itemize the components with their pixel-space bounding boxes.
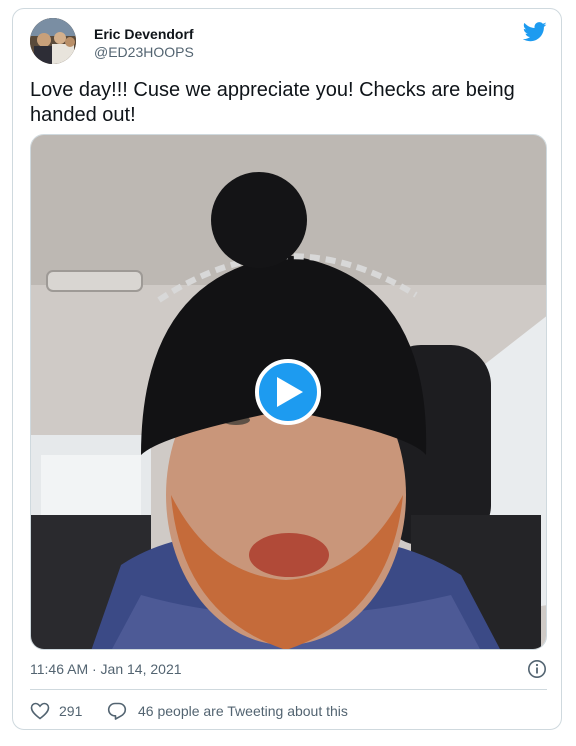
divider — [30, 689, 547, 690]
info-icon[interactable] — [527, 659, 547, 679]
like-count[interactable]: 291 — [59, 703, 82, 719]
heart-icon[interactable] — [30, 701, 50, 721]
tweet-timestamp[interactable]: 11:46 AM · Jan 14, 2021 — [30, 661, 182, 677]
play-button[interactable] — [255, 359, 321, 425]
tweeting-about-link[interactable]: 46 people are Tweeting about this — [138, 703, 348, 719]
twitter-bird-icon[interactable] — [523, 22, 547, 42]
author-handle[interactable]: @ED23HOOPS — [94, 44, 194, 60]
video-player[interactable] — [30, 134, 547, 650]
reply-bubble-icon[interactable] — [107, 701, 127, 721]
play-icon — [277, 377, 303, 407]
tweet-card: Eric Devendorf @ED23HOOPS Love day!!! Cu… — [12, 8, 562, 730]
tweet-text: Love day!!! Cuse we appreciate you! Chec… — [30, 79, 515, 126]
avatar[interactable] — [30, 18, 76, 64]
author-name[interactable]: Eric Devendorf — [94, 26, 194, 42]
